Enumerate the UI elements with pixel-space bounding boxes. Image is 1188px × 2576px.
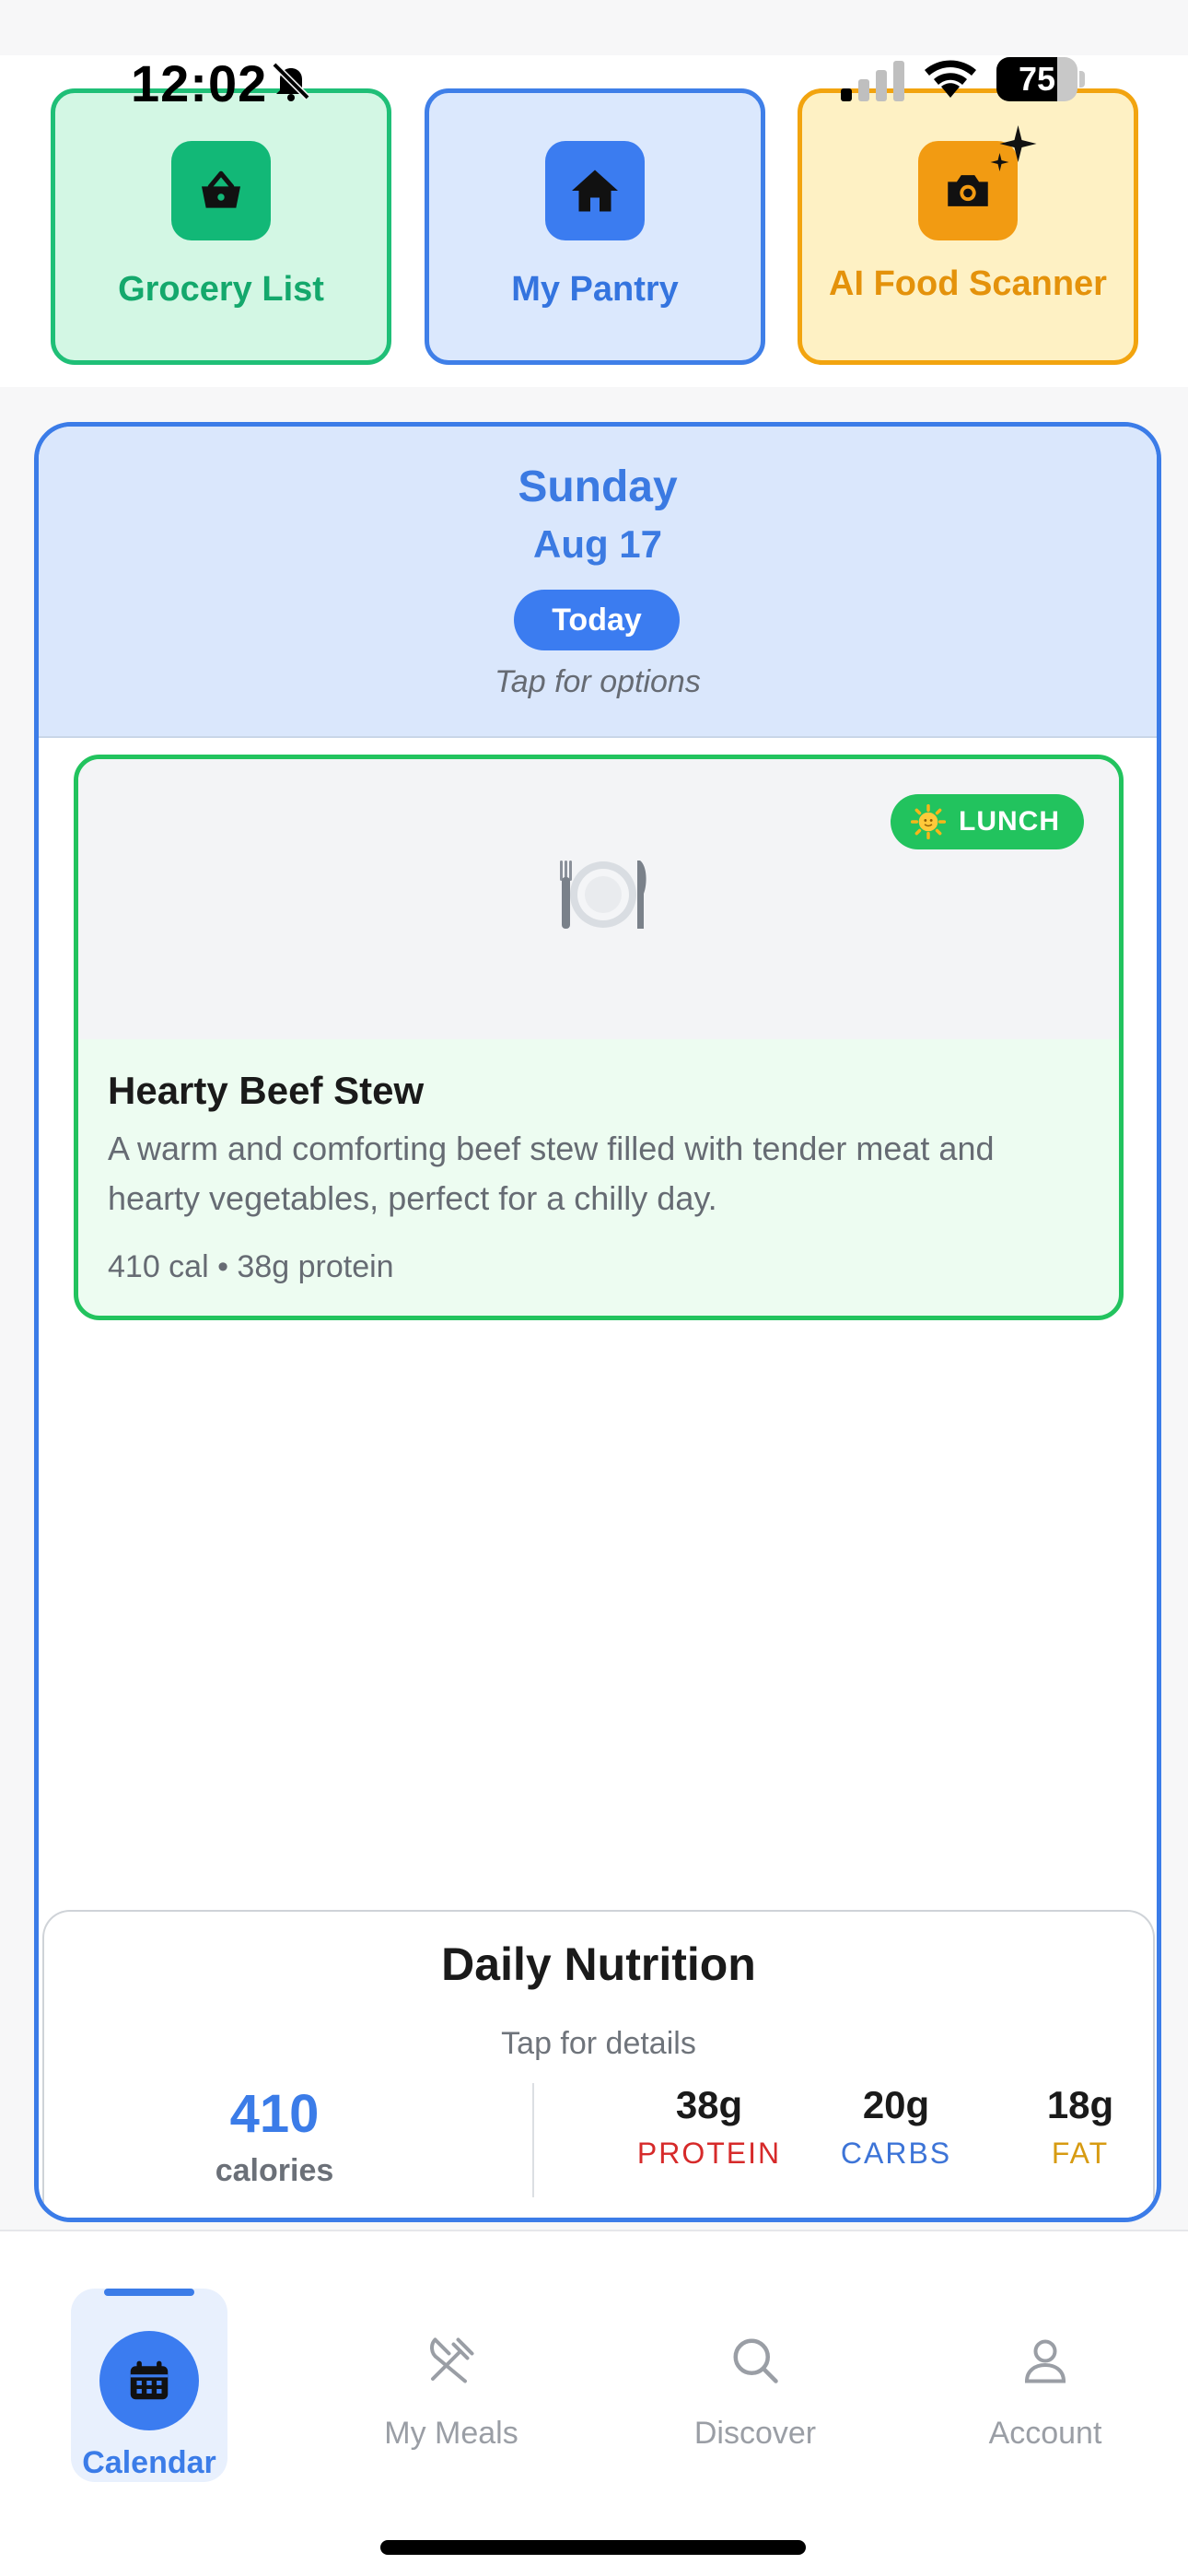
carbs-value: 20g xyxy=(862,2083,930,2126)
tab-account[interactable]: Account xyxy=(958,2333,1133,2452)
calendar-day-panel[interactable]: Sunday Aug 17 Today Tap for options LUNC… xyxy=(34,422,1161,2222)
app-screen: Grocery List My Pantry AI Food Scanner 1… xyxy=(0,0,1188,2576)
plate-icon xyxy=(560,861,646,929)
tab-my-meals[interactable]: My Meals xyxy=(364,2333,539,2452)
active-tab-indicator xyxy=(104,2289,194,2296)
home-indicator xyxy=(380,2540,806,2555)
status-time: 12:02 xyxy=(131,54,268,112)
meal-macros: 410 cal • 38g protein xyxy=(108,1249,394,1284)
day-options-hint: Tap for options xyxy=(495,664,701,699)
nutrition-divider xyxy=(532,2083,534,2197)
meal-image-placeholder: LUNCH xyxy=(78,759,1119,1039)
search-icon xyxy=(733,2338,778,2383)
battery-body: 75 xyxy=(996,57,1077,101)
battery-level: 75 xyxy=(1018,60,1056,98)
battery-nub xyxy=(1079,71,1085,88)
calendar-icon xyxy=(99,2331,199,2430)
day-header[interactable]: Sunday Aug 17 Today Tap for options xyxy=(39,427,1157,738)
meal-type-badge: LUNCH xyxy=(891,794,1084,849)
protein-label: PROTEIN xyxy=(636,2137,782,2170)
meal-card[interactable]: LUNCH Hearty Beef Stew A warm and comfor… xyxy=(74,755,1124,1320)
nutrition-hint: Tap for details xyxy=(501,2026,696,2061)
battery-icon: 75 xyxy=(996,57,1085,101)
protein-stat: 38g PROTEIN xyxy=(608,2083,810,2171)
fat-value: 18g xyxy=(1046,2083,1114,2126)
wifi-icon xyxy=(925,60,976,98)
carbs-stat: 20g CARBS xyxy=(795,2083,997,2171)
nutrition-title: Daily Nutrition xyxy=(441,1938,756,1990)
today-badge: Today xyxy=(514,590,680,650)
fork-knife-icon xyxy=(430,2337,474,2383)
calories-label: calories xyxy=(215,2153,334,2188)
tab-discover-label: Discover xyxy=(693,2416,817,2451)
protein-value: 38g xyxy=(675,2083,743,2126)
status-bar: 12:02 75 xyxy=(0,53,1188,164)
ai-food-scanner-label: AI Food Scanner xyxy=(829,264,1107,303)
sun-icon xyxy=(911,804,946,839)
fat-label: FAT xyxy=(1051,2137,1110,2170)
person-icon xyxy=(1024,2339,1066,2383)
tab-calendar[interactable]: Calendar xyxy=(71,2289,227,2482)
tab-calendar-label: Calendar xyxy=(82,2445,216,2480)
tab-account-label: Account xyxy=(988,2416,1102,2451)
meal-type-label: LUNCH xyxy=(959,806,1060,837)
meal-title: Hearty Beef Stew xyxy=(108,1069,425,1112)
bottom-tab-bar: Calendar My Meals Discover Account xyxy=(0,2230,1188,2576)
grocery-list-label: Grocery List xyxy=(118,270,324,309)
day-name: Sunday xyxy=(518,463,678,511)
my-pantry-label: My Pantry xyxy=(511,270,679,309)
carbs-label: CARBS xyxy=(840,2137,952,2170)
bell-slash-icon xyxy=(272,62,310,101)
tab-my-meals-label: My Meals xyxy=(384,2416,518,2451)
day-date: Aug 17 xyxy=(532,522,663,566)
tab-discover[interactable]: Discover xyxy=(668,2333,843,2452)
calories-value: 410 xyxy=(229,2084,320,2144)
daily-nutrition-summary[interactable]: Daily Nutrition Tap for details 410 calo… xyxy=(42,1910,1155,2218)
fat-stat: 18g FAT xyxy=(979,2083,1157,2171)
signal-icon xyxy=(841,61,904,101)
meal-description: A warm and comforting beef stew filled w… xyxy=(108,1130,995,1217)
